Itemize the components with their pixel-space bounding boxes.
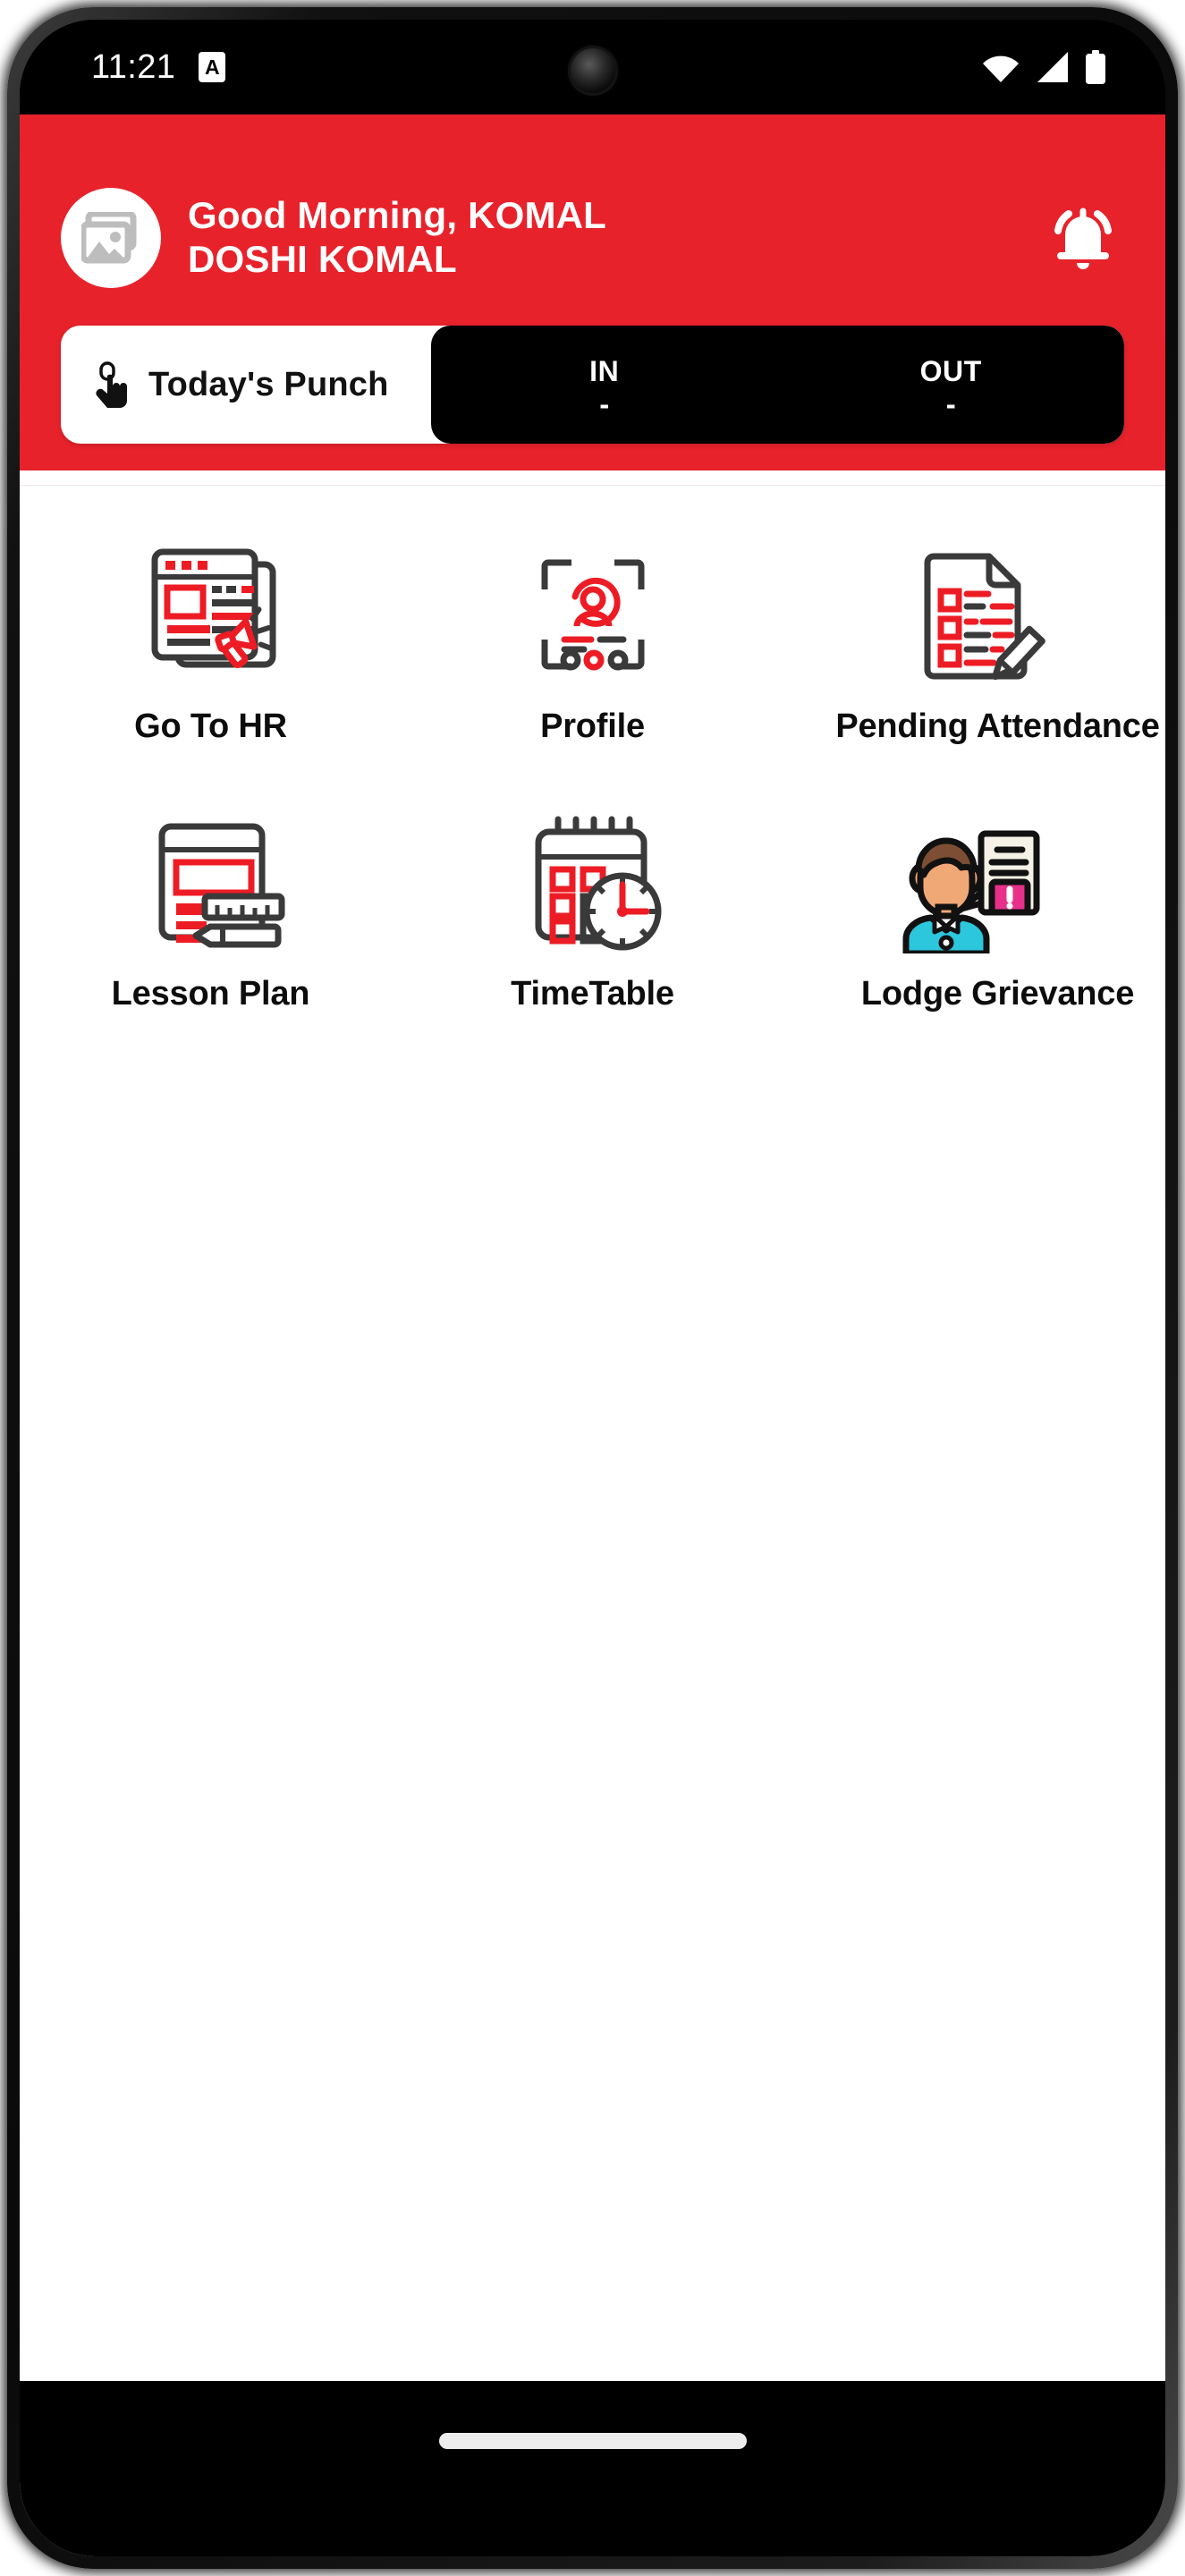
greeting-line-2: DOSHI KOMAL <box>188 238 457 280</box>
todays-punch-card[interactable]: Today's Punch IN - OUT - <box>61 326 1124 444</box>
punch-in-column: IN - <box>431 326 778 444</box>
system-navigation-bar <box>20 2381 1165 2556</box>
menu-item-pending-attendance[interactable]: Pending Attendance <box>783 518 1165 746</box>
calendar-clock-icon <box>504 801 682 962</box>
notification-bell-icon <box>1054 208 1112 269</box>
punch-out-value: - <box>945 386 956 420</box>
front-camera-icon <box>570 48 615 93</box>
battery-icon <box>1086 50 1105 84</box>
app-viewport: Good Morning, KOMAL DOSHI KOMAL Today's … <box>20 114 1165 2556</box>
notification-bell-button[interactable] <box>1042 197 1124 279</box>
profile-card-icon <box>504 534 682 695</box>
menu-item-timetable[interactable]: TimeTable <box>402 785 783 1013</box>
menu-item-lodge-grievance[interactable]: Lodge Grievance <box>783 785 1165 1013</box>
punch-out-column: OUT - <box>778 326 1125 444</box>
grievance-person-icon <box>885 801 1064 962</box>
app-notification-icon: A <box>199 52 226 82</box>
status-bar-clock: 11:21 <box>91 47 176 86</box>
punch-label-zone: Today's Punch <box>61 326 431 444</box>
phone-frame: 11:21 A Good Morning, KOMAL DOSHI KOMAL … <box>7 7 1178 2569</box>
image-placeholder-icon <box>81 212 137 264</box>
menu-label-timetable: TimeTable <box>511 975 674 1013</box>
menu-grid: Go To HR Profile Pending Attendance Less… <box>20 486 1165 1013</box>
punch-label: Today's Punch <box>148 365 389 403</box>
menu-label-pending-attendance: Pending Attendance <box>835 708 1160 745</box>
signal-icon <box>1037 52 1068 82</box>
app-header: Good Morning, KOMAL DOSHI KOMAL Today's … <box>20 114 1165 470</box>
greeting-line-1: Good Morning, KOMAL <box>188 194 607 237</box>
punch-values-panel: IN - OUT - <box>431 326 1124 444</box>
menu-label-profile: Profile <box>540 708 645 745</box>
wifi-icon <box>983 55 1019 82</box>
hr-announcement-icon <box>122 534 300 695</box>
menu-item-go-to-hr[interactable]: Go To HR <box>20 518 402 746</box>
lesson-plan-icon <box>122 801 300 962</box>
punch-in-label: IN <box>589 354 620 387</box>
home-gesture-pill[interactable] <box>438 2433 747 2449</box>
punch-out-label: OUT <box>919 354 982 387</box>
menu-label-lesson-plan: Lesson Plan <box>111 975 310 1013</box>
phone-screen: 11:21 A Good Morning, KOMAL DOSHI KOMAL … <box>20 20 1165 2556</box>
tap-finger-icon <box>96 361 127 408</box>
status-bar-system-icons <box>983 50 1106 84</box>
greeting-block: Good Morning, KOMAL DOSHI KOMAL <box>188 194 1029 281</box>
status-bar-notification-icons: A <box>199 52 226 82</box>
menu-item-lesson-plan[interactable]: Lesson Plan <box>20 785 402 1013</box>
menu-label-go-to-hr: Go To HR <box>134 708 287 745</box>
content-sheet: Go To HR Profile Pending Attendance Less… <box>20 485 1165 2453</box>
punch-in-value: - <box>599 386 610 420</box>
avatar[interactable] <box>61 188 161 288</box>
header-top-row: Good Morning, KOMAL DOSHI KOMAL <box>20 114 1165 320</box>
menu-label-lodge-grievance: Lodge Grievance <box>860 975 1135 1013</box>
attendance-checklist-icon <box>885 534 1064 695</box>
menu-item-profile[interactable]: Profile <box>402 518 783 746</box>
